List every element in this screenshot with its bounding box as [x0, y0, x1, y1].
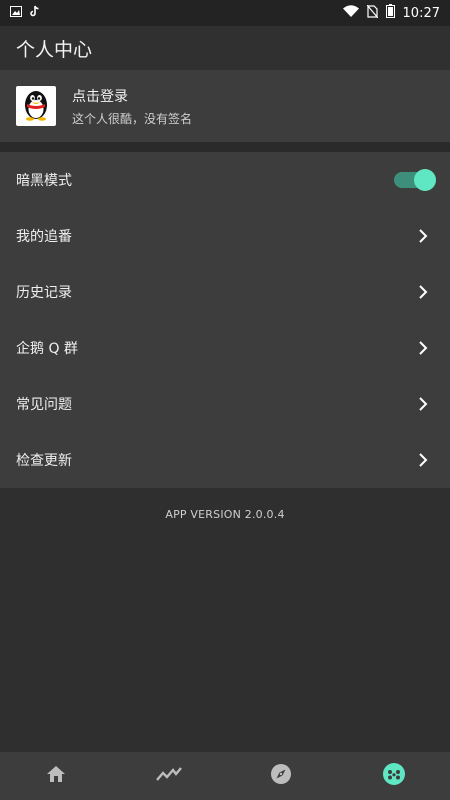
nav-profile[interactable] [364, 752, 424, 800]
menu-item-my-follows[interactable]: 我的追番 [0, 208, 450, 264]
chevron-right-icon [416, 341, 430, 355]
compass-icon [270, 763, 292, 789]
status-right: 10:27 [342, 4, 440, 22]
login-prompt[interactable]: 点击登录 [72, 86, 192, 106]
status-time: 10:27 [402, 5, 440, 21]
chevron-right-icon [416, 397, 430, 411]
menu-item-label: 企鹅 Q 群 [16, 341, 78, 357]
image-icon [10, 5, 22, 21]
app-bar: 个人中心 [0, 26, 450, 70]
dark-mode-toggle[interactable] [394, 169, 436, 191]
menu-item-label: 暗黑模式 [16, 173, 72, 189]
face-icon [382, 762, 406, 790]
avatar[interactable] [16, 86, 56, 126]
menu-item-history[interactable]: 历史记录 [0, 264, 450, 320]
status-left [10, 5, 40, 21]
app-version: APP VERSION 2.0.0.4 [165, 508, 285, 521]
no-sim-icon [366, 4, 378, 22]
bottom-nav [0, 752, 450, 800]
menu-item-check-update[interactable]: 检查更新 [0, 432, 450, 488]
wifi-icon [342, 5, 359, 21]
trend-icon [155, 766, 182, 786]
menu-item-label: 常见问题 [16, 397, 72, 413]
menu-item-label: 检查更新 [16, 453, 72, 469]
menu-item-faq[interactable]: 常见问题 [0, 376, 450, 432]
qq-penguin-icon [21, 87, 51, 125]
menu-item-dark-mode[interactable]: 暗黑模式 [0, 152, 450, 208]
nav-home[interactable] [26, 752, 86, 800]
toggle-knob [414, 169, 436, 191]
chevron-right-icon [416, 229, 430, 243]
home-icon [46, 765, 66, 787]
profile-signature: 这个人很酷，没有签名 [72, 111, 193, 126]
chevron-right-icon [416, 453, 430, 467]
status-bar: 10:27 [0, 0, 450, 26]
menu-item-qq-group[interactable]: 企鹅 Q 群 [0, 320, 450, 376]
settings-menu: 暗黑模式 我的追番 历史记录 企鹅 Q 群 常见问题 检查更新 [0, 152, 450, 488]
nav-trend[interactable] [139, 752, 199, 800]
menu-item-label: 我的追番 [16, 229, 72, 245]
nav-discover[interactable] [251, 752, 311, 800]
chevron-right-icon [416, 285, 430, 299]
battery-icon [385, 4, 395, 22]
section-divider [0, 142, 450, 152]
tiktok-icon [30, 5, 40, 21]
page-title: 个人中心 [16, 38, 93, 61]
profile-card[interactable]: 点击登录 这个人很酷，没有签名 [0, 70, 450, 142]
profile-text: 点击登录 这个人很酷，没有签名 [72, 86, 192, 127]
menu-item-label: 历史记录 [16, 285, 72, 301]
